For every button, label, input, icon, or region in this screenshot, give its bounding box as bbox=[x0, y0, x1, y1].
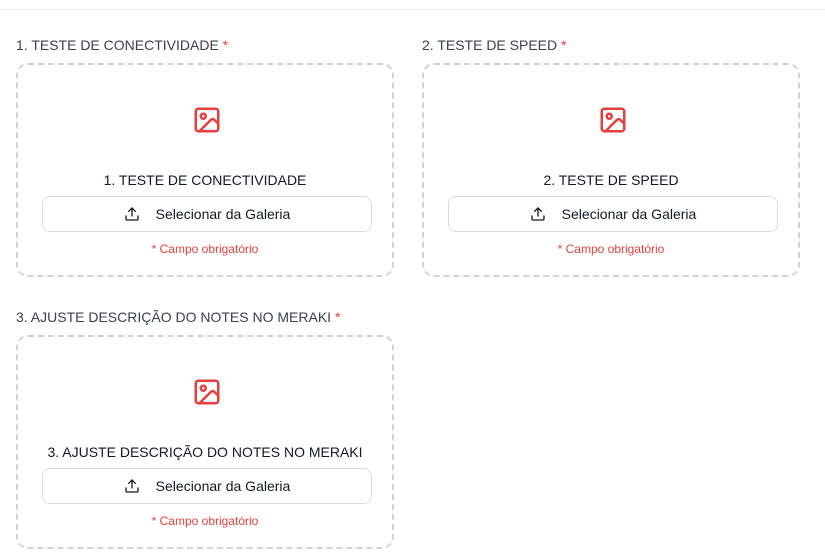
select-gallery-label: Selecionar da Galeria bbox=[561, 206, 697, 222]
select-gallery-label: Selecionar da Galeria bbox=[155, 206, 291, 222]
required-star: * bbox=[334, 309, 341, 325]
upload-icon bbox=[531, 207, 545, 221]
upload-icon bbox=[125, 207, 139, 221]
required-note: * Campo obrigatório bbox=[557, 242, 665, 256]
select-gallery-label: Selecionar da Galeria bbox=[155, 478, 291, 494]
image-icon bbox=[600, 107, 626, 133]
dropzone[interactable]: 2. TESTE DE SPEED Selecionar da Galeria … bbox=[422, 63, 800, 277]
dropzone-title: 2. TESTE DE SPEED bbox=[543, 172, 679, 188]
image-icon bbox=[194, 379, 220, 405]
dropzone-title: 1. TESTE DE CONECTIVIDADE bbox=[103, 172, 307, 188]
required-star: * bbox=[222, 37, 229, 53]
field-label: 2. TESTE DE SPEED * bbox=[422, 36, 566, 54]
select-gallery-button[interactable]: Selecionar da Galeria bbox=[448, 196, 778, 232]
image-icon bbox=[194, 107, 220, 133]
dropzone[interactable]: 1. TESTE DE CONECTIVIDADE Selecionar da … bbox=[16, 63, 394, 277]
top-divider bbox=[0, 9, 825, 10]
required-star: * bbox=[561, 37, 567, 53]
field-label: 3. AJUSTE DESCRIÇÃO DO NOTES NO MERAKI * bbox=[16, 308, 340, 326]
required-note: * Campo obrigatório bbox=[151, 514, 259, 528]
required-note: * Campo obrigatório bbox=[151, 242, 259, 256]
dropzone[interactable]: 3. AJUSTE DESCRIÇÃO DO NOTES NO MERAKI S… bbox=[16, 335, 394, 549]
select-gallery-button[interactable]: Selecionar da Galeria bbox=[42, 196, 372, 232]
upload-icon bbox=[125, 479, 139, 493]
field-label-text: 2. TESTE DE SPEED bbox=[422, 37, 558, 53]
dropzone-title: 3. AJUSTE DESCRIÇÃO DO NOTES NO MERAKI bbox=[47, 444, 363, 460]
field-label: 1. TESTE DE CONECTIVIDADE * bbox=[16, 36, 228, 54]
field-label-text: 1. TESTE DE CONECTIVIDADE bbox=[16, 37, 219, 53]
field-label-text: 3. AJUSTE DESCRIÇÃO DO NOTES NO MERAKI bbox=[16, 309, 332, 325]
select-gallery-button[interactable]: Selecionar da Galeria bbox=[42, 468, 372, 504]
